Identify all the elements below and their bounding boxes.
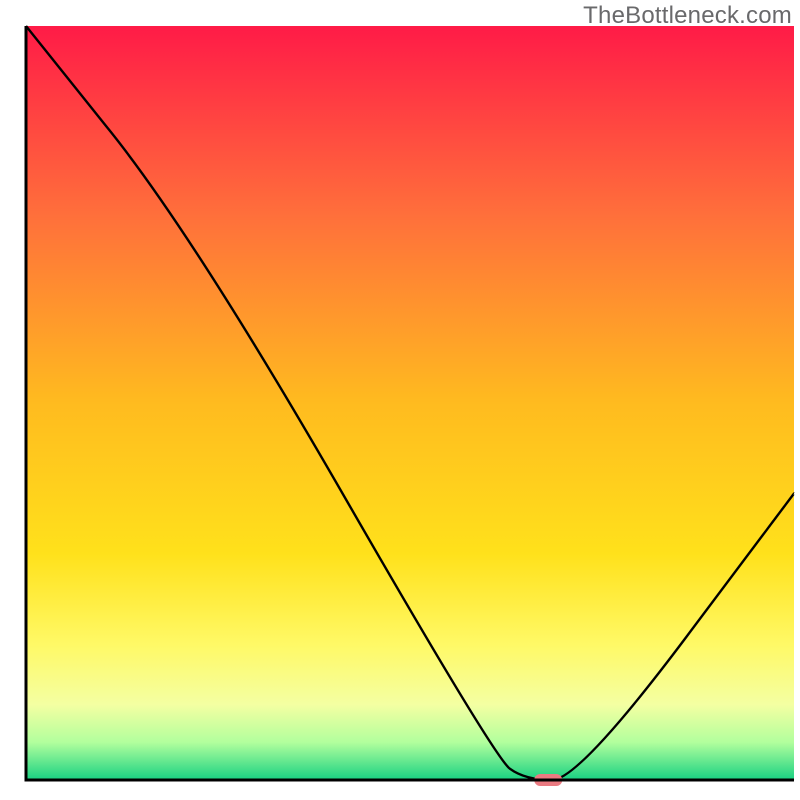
bottleneck-chart [0,0,800,800]
watermark-text: TheBottleneck.com [583,2,792,30]
plot-background [26,26,794,780]
chart-container: TheBottleneck.com [0,0,800,800]
